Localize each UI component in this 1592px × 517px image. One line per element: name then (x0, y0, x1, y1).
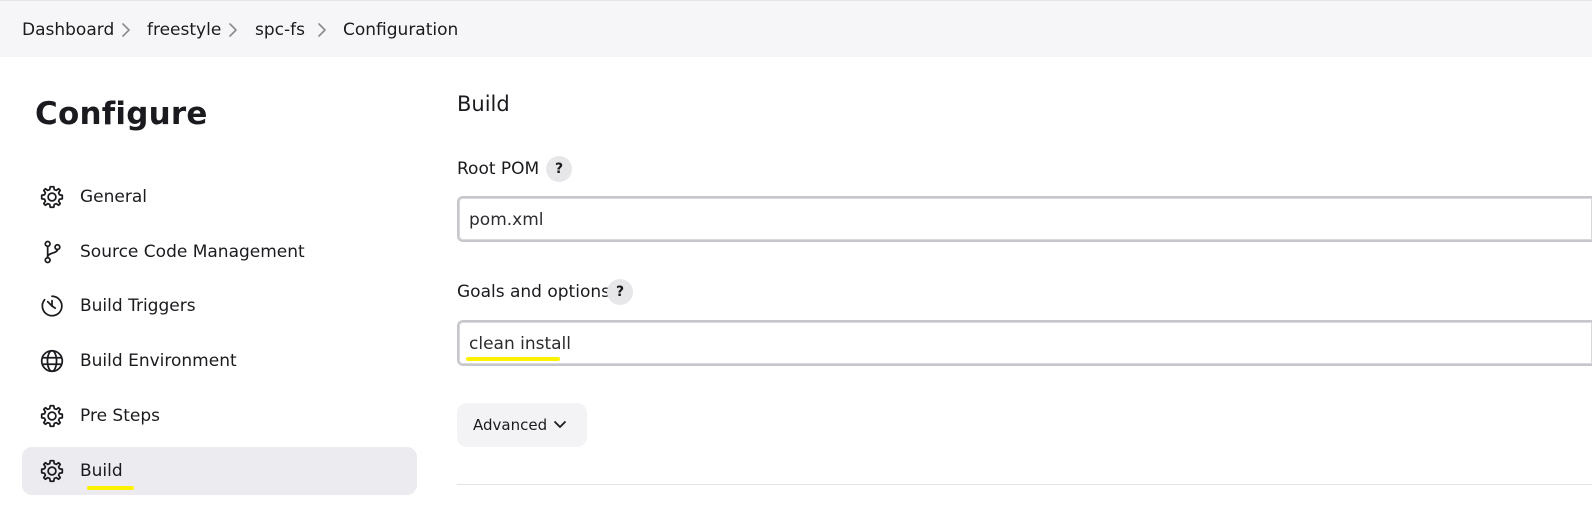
globe-icon (40, 349, 64, 373)
gear-icon (40, 404, 64, 428)
divider (457, 484, 1592, 485)
breadcrumb-spc-fs[interactable]: spc-fs (255, 19, 305, 41)
sidebar-item-source-code-management[interactable]: Source Code Management (22, 228, 417, 276)
sidebar-item-label: General (80, 187, 147, 207)
sidebar-item-build[interactable]: Build (22, 447, 417, 495)
help-icon[interactable]: ? (607, 279, 633, 305)
section-title: Build (457, 92, 510, 116)
sidebar-item-pre-steps[interactable]: Pre Steps (22, 392, 417, 440)
root-pom-label: Root POM (457, 159, 540, 179)
sidebar-item-label: Build (80, 461, 123, 481)
highlight-underline (466, 357, 560, 361)
sidebar-item-label: Build Environment (80, 351, 237, 371)
root-pom-input[interactable]: pom.xml (457, 196, 1592, 242)
chevron-right-icon (318, 23, 326, 37)
gear-icon (40, 459, 64, 483)
goals-label: Goals and options (457, 282, 610, 302)
branch-icon (44, 240, 61, 264)
chevron-down-icon (554, 421, 566, 428)
sidebar-item-label: Source Code Management (80, 242, 305, 262)
breadcrumb-freestyle[interactable]: freestyle (147, 19, 221, 41)
sidebar-item-general[interactable]: General (22, 173, 417, 221)
advanced-label: Advanced (473, 416, 548, 434)
sidebar-item-label: Pre Steps (80, 406, 160, 426)
chevron-right-icon (229, 23, 237, 37)
timer-icon (41, 295, 63, 317)
root-pom-value: pom.xml (469, 210, 544, 230)
highlight-underline (87, 486, 134, 490)
gear-icon (40, 185, 64, 209)
breadcrumb-dashboard[interactable]: Dashboard (22, 19, 114, 41)
advanced-button[interactable]: Advanced (457, 403, 587, 447)
goals-input[interactable]: clean install (457, 320, 1592, 366)
chevron-right-icon (122, 23, 130, 37)
sidebar-item-build-triggers[interactable]: Build Triggers (22, 282, 417, 330)
sidebar-item-label: Build Triggers (80, 296, 196, 316)
help-icon[interactable]: ? (546, 156, 572, 182)
sidebar-item-build-environment[interactable]: Build Environment (22, 337, 417, 385)
breadcrumb: Dashboard freestyle spc-fs Configuration (0, 0, 1592, 57)
breadcrumb-configuration[interactable]: Configuration (343, 19, 458, 41)
page-title: Configure (35, 96, 208, 132)
goals-value: clean install (469, 334, 572, 354)
